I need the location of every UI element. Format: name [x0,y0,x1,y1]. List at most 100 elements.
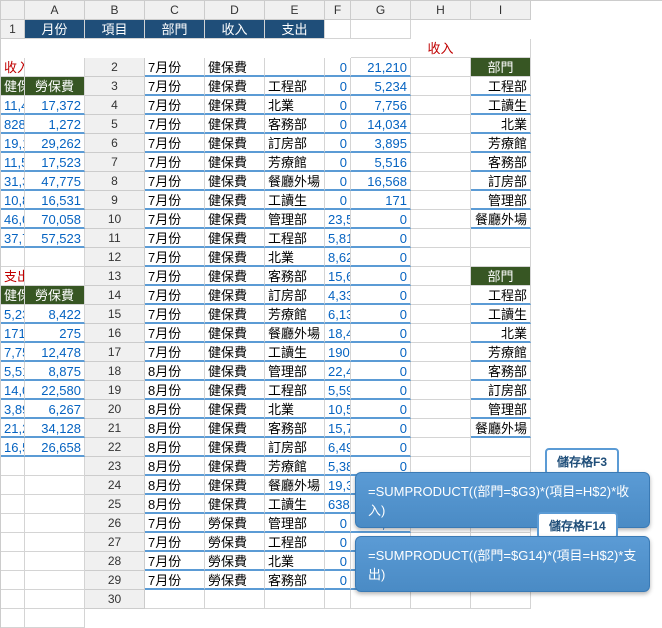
cell[interactable]: 健保費 [205,115,265,134]
cell[interactable]: 4,330 [325,286,351,305]
cell[interactable]: 客務部 [471,362,531,381]
cell[interactable]: 171 [351,191,411,210]
cell[interactable]: 支出 [1,267,25,286]
cell[interactable]: 部門 [145,20,205,39]
cell[interactable]: 管理部 [265,514,325,533]
cell[interactable]: 37,762 [1,229,25,248]
row-header[interactable]: 12 [85,248,145,267]
cell[interactable]: 客務部 [265,571,325,590]
cell[interactable]: 健保費 [1,77,25,96]
cell[interactable]: 7月份 [145,533,205,552]
cell[interactable]: 工讀生 [265,343,325,362]
cell[interactable]: 1,272 [25,115,85,134]
cell[interactable] [1,533,25,552]
cell[interactable] [411,381,471,400]
cell[interactable] [1,552,25,571]
cell[interactable]: 餐廳外場 [265,324,325,343]
cell[interactable]: 7月份 [145,134,205,153]
cell[interactable]: 7月份 [145,210,205,229]
cell[interactable]: 月份 [25,20,85,39]
cell[interactable]: 工程部 [265,77,325,96]
cell[interactable]: 19,344 [325,476,351,495]
cell[interactable]: 6,267 [25,400,85,419]
cell[interactable]: 0 [351,381,411,400]
col-header[interactable]: I [471,1,531,20]
cell[interactable]: 餐廳外場 [471,210,531,229]
cell[interactable]: 北業 [471,115,531,134]
cell[interactable] [411,153,471,172]
cell[interactable] [411,248,471,267]
cell[interactable]: 健保費 [205,134,265,153]
cell[interactable]: 7月份 [145,172,205,191]
cell[interactable] [145,590,205,609]
cell[interactable]: 16,568 [1,438,25,457]
cell[interactable] [25,590,85,609]
cell[interactable]: 健保費 [205,438,265,457]
cell[interactable]: 8月份 [145,457,205,476]
row-header[interactable]: 15 [85,305,145,324]
cell[interactable]: 8,875 [25,362,85,381]
cell[interactable]: 16,568 [351,172,411,191]
cell[interactable]: 7月份 [145,58,205,77]
cell[interactable]: 勞保費 [25,77,85,96]
cell[interactable]: 6,132 [325,305,351,324]
cell[interactable]: 8月份 [145,362,205,381]
cell[interactable]: 171 [1,324,25,343]
cell[interactable] [411,229,471,248]
cell[interactable]: 3,895 [1,400,25,419]
cell[interactable]: 健保費 [205,324,265,343]
cell[interactable]: 客務部 [471,153,531,172]
cell[interactable]: 7月份 [145,552,205,571]
cell[interactable]: 勞保費 [205,552,265,571]
cell[interactable]: 828 [1,115,25,134]
col-header[interactable]: E [265,1,325,20]
cell[interactable]: 部門 [471,58,531,77]
row-header[interactable]: 13 [85,267,145,286]
cell[interactable]: 10,565 [325,400,351,419]
cell[interactable] [471,438,531,457]
cell[interactable]: 0 [325,552,351,571]
cell[interactable]: 北業 [265,400,325,419]
col-header[interactable]: B [85,1,145,20]
cell[interactable]: 勞保費 [25,286,85,305]
cell[interactable]: 0 [351,210,411,229]
cell[interactable] [411,305,471,324]
cell[interactable]: 8,621 [325,248,351,267]
cell[interactable]: 29,262 [25,134,85,153]
cell[interactable]: 健保費 [205,210,265,229]
cell[interactable]: 15,600 [325,267,351,286]
cell[interactable] [411,362,471,381]
cell[interactable]: 5,388 [325,457,351,476]
col-header[interactable]: H [411,1,471,20]
cell[interactable]: 0 [351,248,411,267]
cell[interactable] [411,438,471,457]
cell[interactable] [411,115,471,134]
cell[interactable]: 0 [325,96,351,115]
cell[interactable]: 0 [325,134,351,153]
cell[interactable]: 勞保費 [205,571,265,590]
cell[interactable] [411,172,471,191]
cell[interactable]: 0 [351,362,411,381]
cell[interactable] [411,590,471,609]
cell[interactable] [205,590,265,609]
cell[interactable]: 11,520 [1,153,25,172]
cell[interactable]: 工讀生 [265,191,325,210]
cell[interactable]: 638 [325,495,351,514]
cell[interactable]: 收入 [205,20,265,39]
cell[interactable]: 16,531 [25,191,85,210]
cell[interactable]: 47,775 [25,172,85,191]
cell[interactable]: 支出 [265,20,325,39]
cell[interactable]: 芳療館 [471,134,531,153]
row-header[interactable]: 11 [85,229,145,248]
cell[interactable]: 26,658 [25,438,85,457]
cell[interactable] [25,495,85,514]
cell[interactable] [411,58,471,77]
cell[interactable]: 11,413 [1,96,25,115]
row-header[interactable]: 21 [85,419,145,438]
cell[interactable] [411,210,471,229]
cell[interactable]: 0 [351,267,411,286]
row-header[interactable]: 19 [85,381,145,400]
cell[interactable] [25,552,85,571]
cell[interactable]: 14,034 [1,381,25,400]
cell[interactable]: 7月份 [145,514,205,533]
